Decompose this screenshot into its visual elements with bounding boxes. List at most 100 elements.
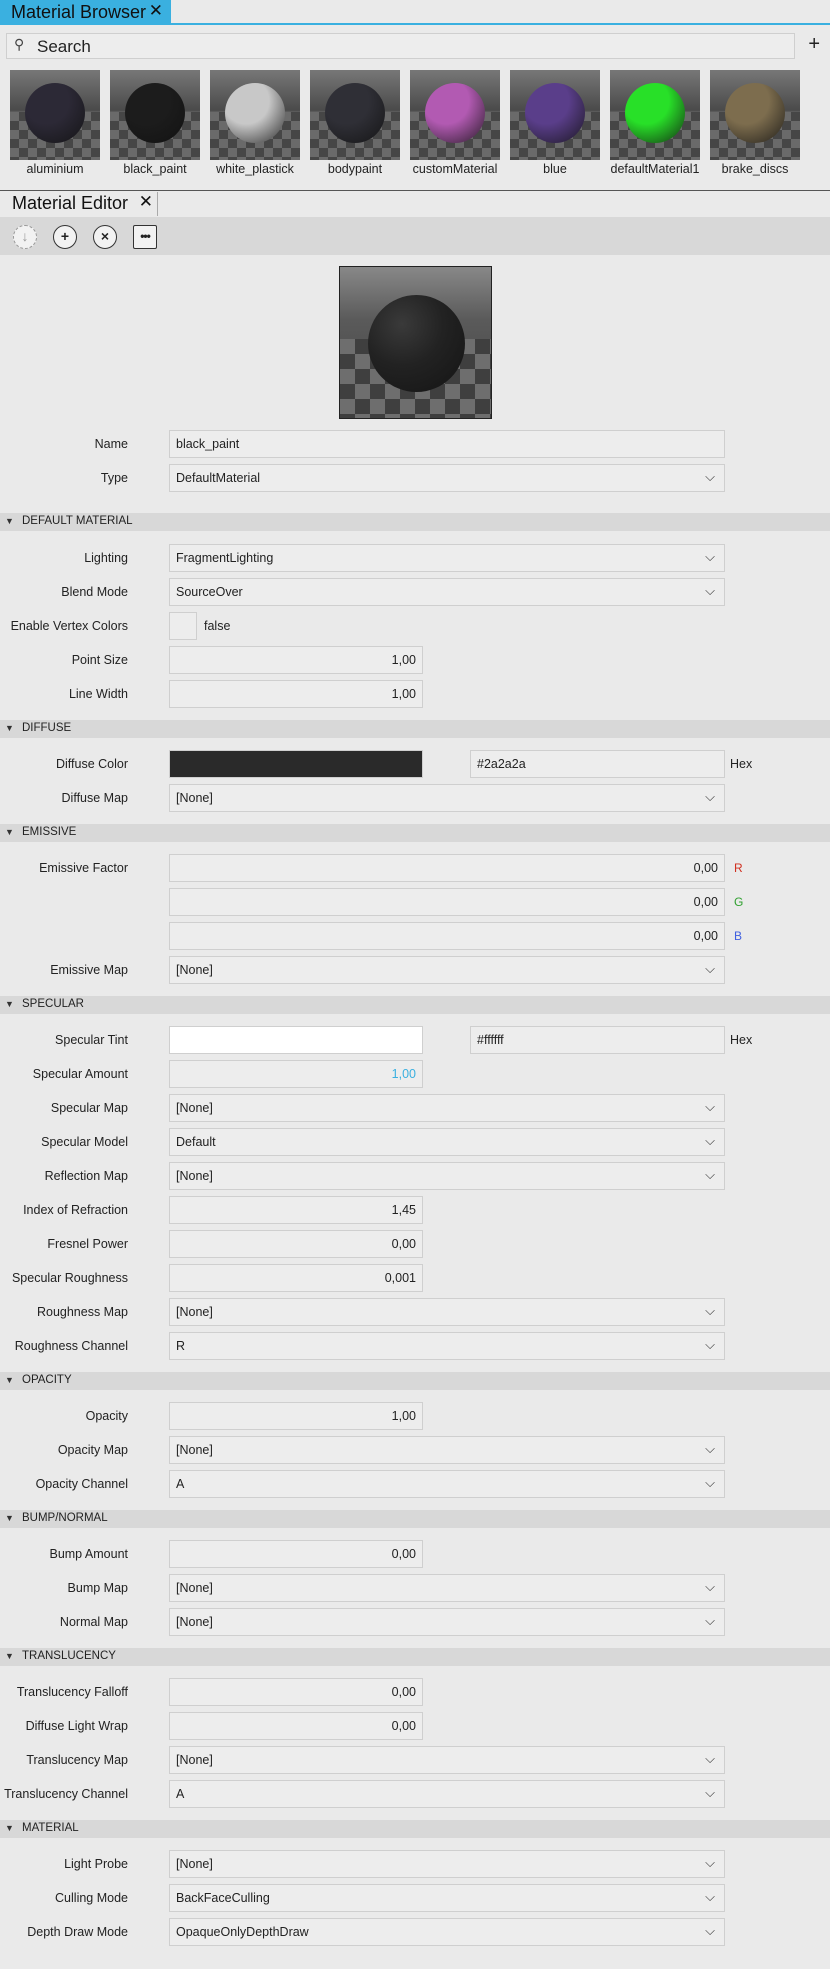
field-label: Reflection Map (44, 1169, 128, 1183)
material-name: bodypaint (327, 162, 383, 176)
bump-map-combobox[interactable]: [None] ⌵ (169, 1574, 725, 1602)
reflection-map-row: Reflection Map [None] ⌵ (0, 1162, 830, 1190)
opacity-spinbox[interactable]: 1,00 (169, 1402, 423, 1430)
emissive-map-combobox[interactable]: [None] ⌵ (169, 956, 725, 984)
material-preview[interactable] (339, 266, 492, 419)
emissive-factor-g-row: 0,00 G (0, 888, 830, 916)
diffuse-color-swatch[interactable] (169, 750, 423, 778)
line-width-spinbox[interactable]: 1,00 (169, 680, 423, 708)
normal-map-combobox[interactable]: [None] ⌵ (169, 1608, 725, 1636)
plus-icon[interactable]: + (808, 33, 820, 56)
field-label: Diffuse Light Wrap (25, 1719, 128, 1733)
lighting-combobox[interactable]: FragmentLighting ⌵ (169, 544, 725, 572)
combobox-value: [None] (176, 1169, 213, 1183)
emissive-factor-r-row: Emissive Factor 0,00 R (0, 854, 830, 882)
specular-tint-swatch[interactable] (169, 1026, 423, 1054)
material-thumb[interactable]: bodypaint (310, 70, 400, 182)
close-icon[interactable]: ✕ (149, 1, 163, 21)
diffuse-map-combobox[interactable]: [None] ⌵ (169, 784, 725, 812)
specular-hex-input[interactable]: #ffffff (470, 1026, 725, 1054)
blend-mode-row: Blend Mode SourceOver ⌵ (0, 578, 830, 606)
close-icon[interactable]: ✕ (139, 192, 153, 212)
specular-map-row: Specular Map [None] ⌵ (0, 1094, 830, 1122)
emissive-r-spinbox[interactable]: 0,00 (169, 854, 725, 882)
material-name: defaultMaterial1 (610, 162, 700, 176)
section-default-material[interactable]: ▼ DEFAULT MATERIAL (0, 513, 830, 531)
field-label: Specular Model (41, 1135, 128, 1149)
material-thumb-selected[interactable]: black_paint (110, 70, 200, 182)
tab-material-browser[interactable]: Material Browser ✕ (0, 0, 171, 25)
material-thumb[interactable]: blue (510, 70, 600, 182)
emissive-b-spinbox[interactable]: 0,00 (169, 922, 725, 950)
collapse-triangle-icon: ▼ (5, 999, 14, 1009)
collapse-triangle-icon: ▼ (5, 516, 14, 526)
translucency-channel-combobox[interactable]: A ⌵ (169, 1780, 725, 1808)
search-input[interactable]: ⚲ Search (6, 33, 795, 59)
type-combobox[interactable]: DefaultMaterial ⌵ (169, 464, 725, 492)
material-preview-image (710, 70, 800, 160)
roughness-map-combobox[interactable]: [None] ⌵ (169, 1298, 725, 1326)
channel-b-label: B (734, 929, 743, 943)
combobox-value: [None] (176, 791, 213, 805)
tab-material-editor[interactable]: Material Editor ✕ (0, 192, 158, 216)
translucency-falloff-spinbox[interactable]: 0,00 (169, 1678, 423, 1706)
diffuse-hex-input[interactable]: #2a2a2a (470, 750, 725, 778)
chevron-down-icon: ⌵ (705, 789, 715, 804)
roughness-channel-combobox[interactable]: R ⌵ (169, 1332, 725, 1360)
specular-model-combobox[interactable]: Default ⌵ (169, 1128, 725, 1156)
section-material[interactable]: ▼ MATERIAL (0, 1820, 830, 1838)
name-input[interactable]: black_paint (169, 430, 725, 458)
section-opacity[interactable]: ▼ OPACITY (0, 1372, 830, 1390)
material-browser-tabbar: Material Browser ✕ (0, 0, 830, 25)
light-probe-combobox[interactable]: [None] ⌵ (169, 1850, 725, 1878)
material-thumb[interactable]: white_plastick (210, 70, 300, 182)
combobox-value: [None] (176, 963, 213, 977)
material-thumb[interactable]: brake_discs (710, 70, 800, 182)
light-wrap-spinbox[interactable]: 0,00 (169, 1712, 423, 1740)
translucency-map-combobox[interactable]: [None] ⌵ (169, 1746, 725, 1774)
section-bump-normal[interactable]: ▼ BUMP/NORMAL (0, 1510, 830, 1528)
opacity-map-row: Opacity Map [None] ⌵ (0, 1436, 830, 1464)
material-thumb[interactable]: defaultMaterial1 (610, 70, 700, 182)
section-emissive[interactable]: ▼ EMISSIVE (0, 824, 830, 842)
vertex-colors-checkbox[interactable] (169, 612, 197, 640)
culling-mode-combobox[interactable]: BackFaceCulling ⌵ (169, 1884, 725, 1912)
material-thumb[interactable]: aluminium (10, 70, 100, 182)
chevron-down-icon: ⌵ (705, 549, 715, 564)
roughness-spinbox[interactable]: 0,001 (169, 1264, 423, 1292)
section-title: DEFAULT MATERIAL (22, 515, 133, 527)
depth-draw-mode-combobox[interactable]: OpaqueOnlyDepthDraw ⌵ (169, 1918, 725, 1946)
chevron-down-icon: ⌵ (705, 1579, 715, 1594)
download-icon[interactable]: ↓ (13, 225, 37, 249)
opacity-channel-row: Opacity Channel A ⌵ (0, 1470, 830, 1498)
section-diffuse[interactable]: ▼ DIFFUSE (0, 720, 830, 738)
bump-amount-spinbox[interactable]: 0,00 (169, 1540, 423, 1568)
emissive-g-spinbox[interactable]: 0,00 (169, 888, 725, 916)
opacity-channel-combobox[interactable]: A ⌵ (169, 1470, 725, 1498)
ior-spinbox[interactable]: 1,45 (169, 1196, 423, 1224)
fresnel-spinbox[interactable]: 0,00 (169, 1230, 423, 1258)
preview-sphere (368, 295, 465, 392)
roughness-row: Specular Roughness 0,001 (0, 1264, 830, 1292)
blend-mode-combobox[interactable]: SourceOver ⌵ (169, 578, 725, 606)
field-label: Specular Roughness (11, 1271, 128, 1285)
specular-model-row: Specular Model Default ⌵ (0, 1128, 830, 1156)
plus-circle-icon[interactable]: + (53, 225, 77, 249)
panel-divider[interactable] (0, 190, 830, 191)
section-translucency[interactable]: ▼ TRANSLUCENCY (0, 1648, 830, 1666)
section-specular[interactable]: ▼ SPECULAR (0, 996, 830, 1014)
close-circle-icon[interactable]: × (93, 225, 117, 249)
specular-map-combobox[interactable]: [None] ⌵ (169, 1094, 725, 1122)
grid-dots-icon[interactable]: ••• (133, 225, 157, 249)
combobox-value: BackFaceCulling (176, 1891, 270, 1905)
specular-amount-spinbox[interactable]: 1,00 (169, 1060, 423, 1088)
section-title: SPECULAR (22, 998, 84, 1010)
culling-mode-row: Culling Mode BackFaceCulling ⌵ (0, 1884, 830, 1912)
material-thumb[interactable]: customMaterial (410, 70, 500, 182)
light-probe-row: Light Probe [None] ⌵ (0, 1850, 830, 1878)
point-size-spinbox[interactable]: 1,00 (169, 646, 423, 674)
opacity-map-combobox[interactable]: [None] ⌵ (169, 1436, 725, 1464)
reflection-map-combobox[interactable]: [None] ⌵ (169, 1162, 725, 1190)
roughness-map-row: Roughness Map [None] ⌵ (0, 1298, 830, 1326)
material-preview-image (110, 70, 200, 160)
